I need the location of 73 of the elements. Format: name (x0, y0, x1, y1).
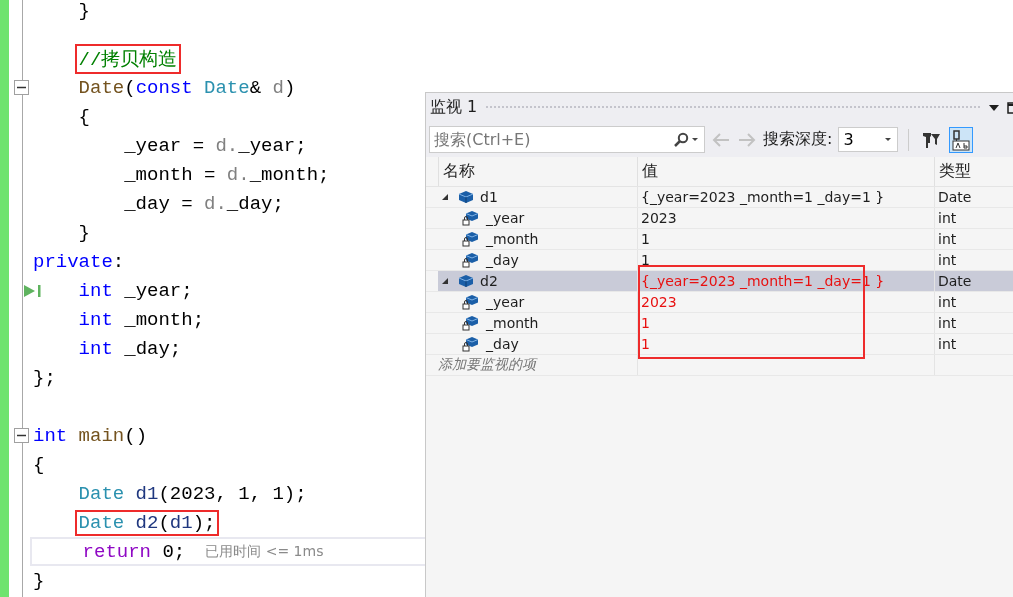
watch-type: int (934, 208, 1013, 228)
code-line: } (78, 221, 90, 244)
depth-combobox[interactable]: 3 (838, 127, 899, 152)
code-line: return 0; (82, 540, 186, 563)
watch-value: {_year=2023 _month=1 _day=1 } (637, 187, 934, 207)
watch-value: 1 (637, 250, 934, 270)
locked-field-icon (462, 336, 480, 352)
code-line: Date(const Date& d) (78, 76, 296, 99)
watch-type: Date (934, 271, 1013, 291)
watch-row[interactable]: _day 1 int (426, 334, 1013, 355)
code-line: Date d1(2023, 1, 1); (78, 482, 307, 505)
watch-name: _year (486, 294, 525, 310)
locked-field-icon (462, 231, 480, 247)
code-line: int _year; (78, 279, 193, 302)
locked-field-icon (462, 210, 480, 226)
watch-row[interactable]: _year 2023 int (426, 208, 1013, 229)
search-depth-label: 搜索深度: (763, 129, 833, 150)
watch-row[interactable]: _month 1 int (426, 229, 1013, 250)
watch-name: _month (486, 315, 539, 331)
code-line: private: (33, 250, 125, 273)
watch-name: d1 (480, 189, 498, 205)
watch-value: 1 (637, 334, 934, 354)
watch-name: d2 (480, 273, 498, 289)
watch-type: int (934, 334, 1013, 354)
code-line: { (78, 105, 90, 128)
code-line: int _day; (78, 337, 182, 360)
watch-name: _day (486, 252, 519, 268)
locked-field-icon (462, 315, 480, 331)
watch-type: Date (934, 187, 1013, 207)
collapse-icon[interactable] (14, 428, 29, 443)
expanded-triangle-icon[interactable] (441, 277, 449, 285)
watch-value: 1 (637, 313, 934, 333)
dropdown-icon[interactable] (989, 104, 999, 111)
watch-name: _month (486, 231, 539, 247)
column-header[interactable]: 值 (637, 157, 934, 186)
watch-row[interactable]: d1 {_year=2023 _month=1 _day=1 } Date (426, 187, 1013, 208)
locked-field-icon (462, 294, 480, 310)
run-to-click-icon[interactable] (23, 284, 43, 298)
timing-hint: 已用时间 <= 1ms (205, 542, 324, 561)
code-line: } (33, 569, 45, 592)
column-header[interactable]: 名称 (438, 157, 637, 186)
code-line: _month = d._month; (124, 163, 330, 186)
code-line: }; (33, 366, 56, 389)
watch-value: 1 (637, 229, 934, 249)
code-line: //拷贝构造 (78, 48, 178, 71)
cube-icon (458, 190, 474, 204)
watch-type: int (934, 313, 1013, 333)
watch-name: _day (486, 336, 519, 352)
caret-icon[interactable] (883, 136, 894, 143)
code-line: { (33, 453, 45, 476)
code-line: } (78, 0, 90, 22)
tab-button[interactable] (949, 126, 974, 153)
watch-type: int (934, 250, 1013, 270)
watch-value: 2023 (637, 292, 934, 312)
code-line: int main() (33, 424, 148, 447)
code-line: Date d2(d1); (78, 511, 216, 534)
watch-type: int (934, 292, 1013, 312)
search-icon[interactable] (673, 131, 689, 148)
watch-type: int (934, 229, 1013, 249)
expanded-triangle-icon[interactable] (441, 193, 449, 201)
watch-row[interactable]: _month 1 int (426, 313, 1013, 334)
watch-row[interactable]: _year 2023 int (426, 292, 1013, 313)
add-watch-placeholder[interactable]: 添加要监视的项 (438, 355, 637, 375)
watch-name: _year (486, 210, 525, 226)
code-line: _day = d._day; (124, 192, 284, 215)
column-header[interactable]: 类型 (934, 157, 1013, 186)
collapse-icon[interactable] (14, 80, 29, 95)
watch-value: 2023 (637, 208, 934, 228)
code-line: int _month; (78, 308, 205, 331)
panel-title: 监视 1 (430, 97, 478, 118)
cube-icon (458, 274, 474, 288)
code-line: _year = d._year; (124, 134, 307, 157)
locked-field-icon (462, 252, 480, 268)
